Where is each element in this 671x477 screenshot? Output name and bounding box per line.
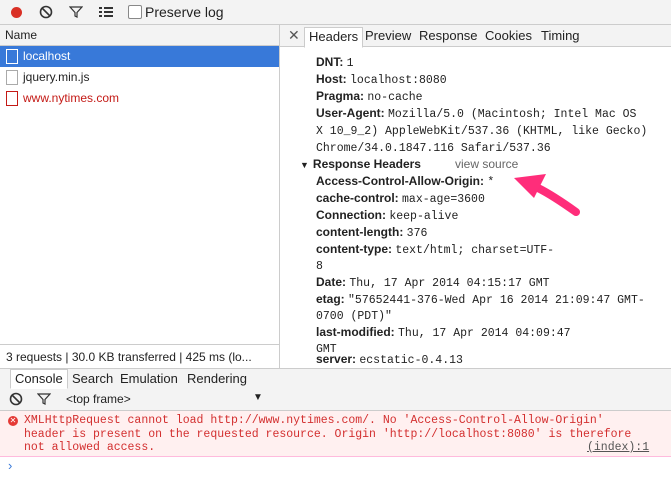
header-key: content-length:: [316, 225, 404, 239]
chevron-down-icon[interactable]: ▼: [253, 392, 263, 403]
header-line: User-Agent: Mozilla/5.0 (Macintosh; Inte…: [316, 106, 636, 121]
header-line: 0700 (PDT)": [316, 308, 392, 323]
header-value: 8: [316, 260, 323, 273]
drawer-tabbar: Console Search Emulation Rendering: [0, 368, 671, 390]
error-source-link[interactable]: (index):1: [587, 441, 649, 454]
tab-preview[interactable]: Preview: [361, 27, 415, 46]
tab-headers[interactable]: Headers: [304, 27, 364, 48]
list-view-icon[interactable]: [98, 4, 114, 20]
request-name: www.nytimes.com: [23, 91, 120, 105]
response-headers-section[interactable]: ▼ Response Headers: [300, 157, 421, 171]
tab-cookies[interactable]: Cookies: [481, 27, 536, 46]
disclosure-triangle-icon: ▼: [300, 160, 309, 170]
header-value: *: [487, 176, 495, 189]
header-key: Connection:: [316, 208, 386, 222]
header-key: content-type:: [316, 242, 392, 256]
header-line: content-length: 376: [316, 225, 427, 240]
header-line: last-modified: Thu, 17 Apr 2014 04:09:47: [316, 325, 571, 340]
clear-icon[interactable]: [38, 4, 54, 20]
header-value: Mozilla/5.0 (Macintosh; Intel Mac OS: [388, 108, 637, 121]
preserve-log-label: Preserve log: [145, 4, 224, 20]
tab-response[interactable]: Response: [415, 27, 482, 46]
request-row-nytimes[interactable]: www.nytimes.com: [0, 88, 279, 109]
header-line: Chrome/34.0.1847.116 Safari/537.36: [316, 140, 551, 155]
console-prompt[interactable]: ›: [8, 458, 12, 473]
header-key: DNT:: [316, 55, 344, 69]
header-value: Thu, 17 Apr 2014 04:15:17 GMT: [349, 277, 550, 290]
header-key: etag:: [316, 292, 345, 306]
error-text-line: XMLHttpRequest cannot load http://www.ny…: [24, 414, 604, 427]
close-details-icon[interactable]: ✕: [288, 27, 300, 44]
annotation-arrow-icon: [514, 174, 580, 216]
header-key: Date:: [316, 275, 347, 289]
console-error-message: ✕ XMLHttpRequest cannot load http://www.…: [0, 411, 671, 457]
status-summary: 3 requests | 30.0 KB transferred | 425 m…: [6, 350, 252, 364]
filter-icon[interactable]: [36, 391, 52, 407]
header-line: X 10_9_2) AppleWebKit/537.36 (KHTML, lik…: [316, 123, 647, 138]
header-line: Host: localhost:8080: [316, 72, 447, 87]
header-key: User-Agent:: [316, 106, 385, 120]
header-value: no-cache: [367, 91, 423, 104]
request-row-jquery[interactable]: jquery.min.js: [0, 67, 279, 88]
header-key: Pragma:: [316, 89, 365, 103]
header-key: last-modified:: [316, 325, 395, 339]
header-line: Access-Control-Allow-Origin: *: [316, 174, 494, 189]
tab-emulation[interactable]: Emulation: [116, 370, 182, 388]
request-list-panel: Name localhost jquery.min.js www.nytimes…: [0, 25, 280, 369]
header-value: "57652441-376-Wed Apr 16 2014 21:09:47 G…: [348, 294, 645, 307]
header-line: server: ecstatic-0.4.13: [316, 352, 463, 367]
request-name: localhost: [23, 49, 71, 63]
request-name: jquery.min.js: [23, 70, 90, 84]
header-value: X 10_9_2) AppleWebKit/537.36 (KHTML, lik…: [316, 125, 648, 138]
header-value: ecstatic-0.4.13: [359, 354, 463, 367]
view-source-link[interactable]: view source: [455, 157, 518, 171]
record-icon[interactable]: [8, 4, 24, 20]
tab-rendering[interactable]: Rendering: [183, 370, 251, 388]
error-text-line: not allowed access.: [24, 441, 156, 454]
name-column-header[interactable]: Name: [0, 25, 279, 46]
header-line: Pragma: no-cache: [316, 89, 423, 104]
tab-search[interactable]: Search: [68, 370, 117, 388]
header-line: 8: [316, 258, 323, 273]
file-icon: [6, 70, 18, 85]
request-row-localhost[interactable]: localhost: [0, 46, 279, 67]
console-toolbar: <top frame> ▼: [0, 389, 671, 411]
header-value: text/html; charset=UTF-: [395, 244, 555, 257]
section-title: Response Headers: [312, 157, 421, 171]
header-value: localhost:8080: [350, 74, 447, 87]
header-value: keep-alive: [389, 210, 459, 223]
tab-timing[interactable]: Timing: [537, 27, 584, 46]
header-key: Access-Control-Allow-Origin:: [316, 174, 485, 188]
header-line: Connection: keep-alive: [316, 208, 458, 223]
header-value: max-age=3600: [402, 193, 485, 206]
header-line: DNT: 1: [316, 55, 354, 70]
header-value: 0700 (PDT)": [316, 310, 392, 323]
network-toolbar: Preserve log: [0, 0, 671, 25]
header-key: Host:: [316, 72, 347, 86]
header-key: server:: [316, 352, 357, 366]
network-status-bar: 3 requests | 30.0 KB transferred | 425 m…: [0, 344, 279, 369]
details-tabbar: ✕ Headers Preview Response Cookies Timin…: [280, 25, 671, 48]
preserve-log-checkbox[interactable]: [128, 5, 142, 19]
file-icon: [6, 91, 18, 106]
error-text-line: header is present on the requested resou…: [24, 428, 632, 441]
header-key: cache-control:: [316, 191, 399, 205]
header-value: 1: [346, 57, 354, 70]
frame-selector[interactable]: <top frame>: [66, 392, 131, 406]
header-value: Chrome/34.0.1847.116 Safari/537.36: [316, 142, 551, 155]
file-icon: [6, 49, 18, 64]
header-line: content-type: text/html; charset=UTF-: [316, 242, 554, 257]
request-details-panel: ✕ Headers Preview Response Cookies Timin…: [280, 25, 671, 368]
filter-icon[interactable]: [68, 4, 84, 20]
header-value: Thu, 17 Apr 2014 04:09:47: [398, 327, 571, 340]
header-line: etag: "57652441-376-Wed Apr 16 2014 21:0…: [316, 292, 645, 307]
error-icon: ✕: [8, 416, 18, 426]
header-line: cache-control: max-age=3600: [316, 191, 485, 206]
name-column-label: Name: [5, 28, 38, 42]
header-line: Date: Thu, 17 Apr 2014 04:15:17 GMT: [316, 275, 550, 290]
header-value: 376: [406, 227, 428, 240]
tab-console[interactable]: Console: [10, 369, 68, 389]
clear-console-icon[interactable]: [8, 391, 24, 407]
